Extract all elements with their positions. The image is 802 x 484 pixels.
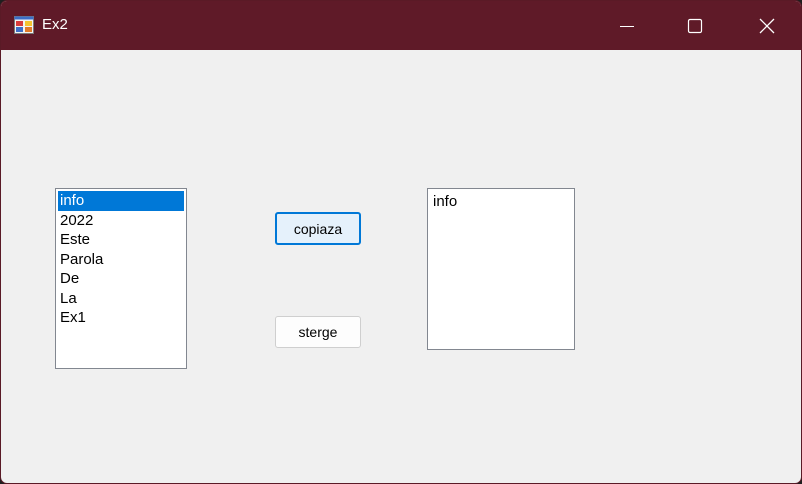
list-item[interactable]: 2022 (58, 211, 184, 231)
minimize-icon (620, 26, 634, 27)
app-icon (14, 16, 34, 34)
window-title: Ex2 (42, 16, 68, 33)
list-item[interactable]: Ex1 (58, 308, 184, 328)
list-item[interactable]: info (431, 192, 571, 212)
close-button[interactable] (733, 1, 801, 50)
maximize-button[interactable] (661, 1, 729, 50)
app-window: Ex2 info 2022 Este Parola De La Ex1 copi… (0, 0, 802, 484)
list-item[interactable]: De (58, 269, 184, 289)
close-icon (759, 18, 775, 34)
maximize-icon (687, 18, 703, 34)
delete-button[interactable]: sterge (275, 316, 361, 348)
minimize-button[interactable] (593, 1, 661, 50)
source-listbox[interactable]: info 2022 Este Parola De La Ex1 (55, 188, 187, 369)
list-item[interactable]: La (58, 289, 184, 309)
list-item[interactable]: Este (58, 230, 184, 250)
list-item[interactable]: Parola (58, 250, 184, 270)
list-item[interactable]: info (58, 191, 184, 211)
title-bar[interactable]: Ex2 (1, 1, 801, 50)
copy-button[interactable]: copiaza (275, 212, 361, 245)
target-listbox[interactable]: info (427, 188, 575, 350)
